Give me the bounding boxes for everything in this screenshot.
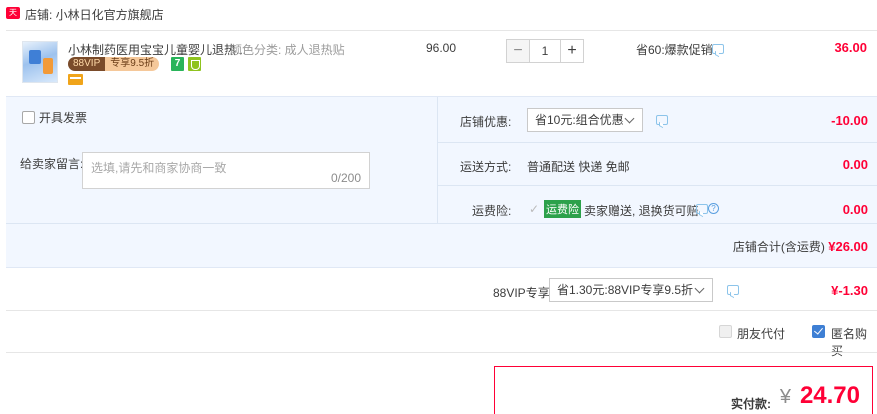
friend-pay-checkbox[interactable] [719, 325, 732, 338]
product-sku: 颜色分类: 成人退热贴 [230, 43, 345, 57]
friend-pay-label[interactable]: 朋友代付 [737, 325, 785, 342]
shop-total-label: 店铺合计(含运费) [732, 240, 825, 254]
quantity-stepper: − 1 + [506, 39, 584, 63]
message-input[interactable]: 选填,请先和商家协商一致 0/200 [82, 152, 370, 189]
vip-discount-tag: 88VIP 专享9.5折 [68, 57, 160, 71]
panel-divider [437, 97, 438, 223]
message-placeholder: 选填,请先和商家协商一致 [91, 161, 227, 175]
message-label: 给卖家留言: [20, 157, 84, 171]
divider [6, 310, 877, 311]
shipping-value: 普通配送 快递 免邮 [527, 160, 630, 174]
tmall-icon: 天猫 [6, 7, 20, 29]
chat-icon[interactable] [656, 115, 668, 125]
vip-label: 88VIP专享 [493, 286, 550, 300]
shop-discount-label: 店铺优惠: [460, 115, 512, 129]
shop-discount-select[interactable]: 省10元:组合优惠 [527, 108, 643, 132]
divider [6, 352, 877, 353]
vip-select-value: 省1.30元:88VIP专享9.5折 [557, 283, 694, 297]
divider [437, 185, 877, 186]
shop-discount-amount: -10.00 [831, 113, 868, 128]
insurance-amount: 0.00 [842, 202, 868, 217]
chat-icon[interactable] [727, 285, 739, 295]
anonymous-label[interactable]: 匿名购买 [831, 325, 877, 359]
chat-icon[interactable] [712, 44, 724, 54]
invoice-checkbox[interactable] [22, 111, 35, 124]
chat-icon[interactable] [696, 204, 708, 214]
vip-amount: ¥-1.30 [831, 283, 868, 298]
card-icon [68, 74, 83, 85]
shipping-label: 运送方式: [460, 160, 512, 174]
payment-currency: ¥ [779, 386, 791, 408]
message-count: 0/200 [330, 171, 361, 185]
cart-item: 小林制药医用宝宝儿童婴儿退热... 颜色分类: 成人退热贴 88VIP 专享9.… [6, 30, 877, 95]
order-options-panel: 开具发票 给卖家留言: 选填,请先和商家协商一致 0/200 店铺优惠: 省10… [6, 96, 877, 268]
help-icon[interactable]: ? [708, 203, 719, 214]
insurance-text: 卖家赠送, 退换货可赔 [584, 204, 699, 218]
insurance-label: 运费险: [472, 204, 512, 218]
qty-input[interactable]: 1 [530, 39, 560, 63]
unit-price: 96.00 [426, 41, 457, 55]
seven-day-return-icon: 7 [171, 57, 184, 71]
insurance-tag: 运费险 [544, 200, 581, 218]
vip-discount-row: 88VIP专享 省1.30元:88VIP专享9.5折 ¥-1.30 [0, 268, 877, 310]
invoice-label[interactable]: 开具发票 [39, 109, 87, 126]
product-thumbnail[interactable] [22, 41, 58, 83]
divider [437, 142, 877, 143]
shop-total-amount: ¥26.00 [828, 239, 868, 254]
vip-tag-label: 88VIP [68, 57, 106, 71]
shop-total: 店铺合计(含运费) ¥26.00 [733, 238, 868, 255]
product-title[interactable]: 小林制药医用宝宝儿童婴儿退热... [68, 41, 246, 58]
shop-name[interactable]: 店铺: 小林日化官方旗舰店 [25, 6, 164, 23]
shop-header: 天猫 店铺: 小林日化官方旗舰店 [0, 0, 877, 29]
divider [6, 223, 877, 224]
item-promo: 省60:爆款促销 [636, 43, 713, 57]
chevron-down-icon [624, 113, 635, 124]
shield-icon [188, 57, 201, 71]
payment-summary: 实付款: ¥ 24.70 [494, 366, 873, 414]
qty-minus-button[interactable]: − [506, 39, 530, 63]
item-total: 36.00 [834, 40, 867, 55]
payment-label: 实付款: [731, 397, 771, 411]
anonymous-checkbox[interactable] [812, 325, 825, 338]
vip-discount-select[interactable]: 省1.30元:88VIP专享9.5折 [549, 278, 713, 302]
qty-plus-button[interactable]: + [560, 39, 584, 63]
shop-discount-value: 省10元:组合优惠 [535, 113, 624, 127]
payment-amount: 24.70 [799, 382, 860, 409]
insurance-checkbox: ✓ [529, 202, 540, 216]
vip-tag-discount: 专享9.5折 [105, 57, 160, 71]
chevron-down-icon [694, 283, 705, 294]
invoice-option[interactable]: 开具发票 [22, 109, 87, 126]
shipping-amount: 0.00 [842, 157, 868, 172]
